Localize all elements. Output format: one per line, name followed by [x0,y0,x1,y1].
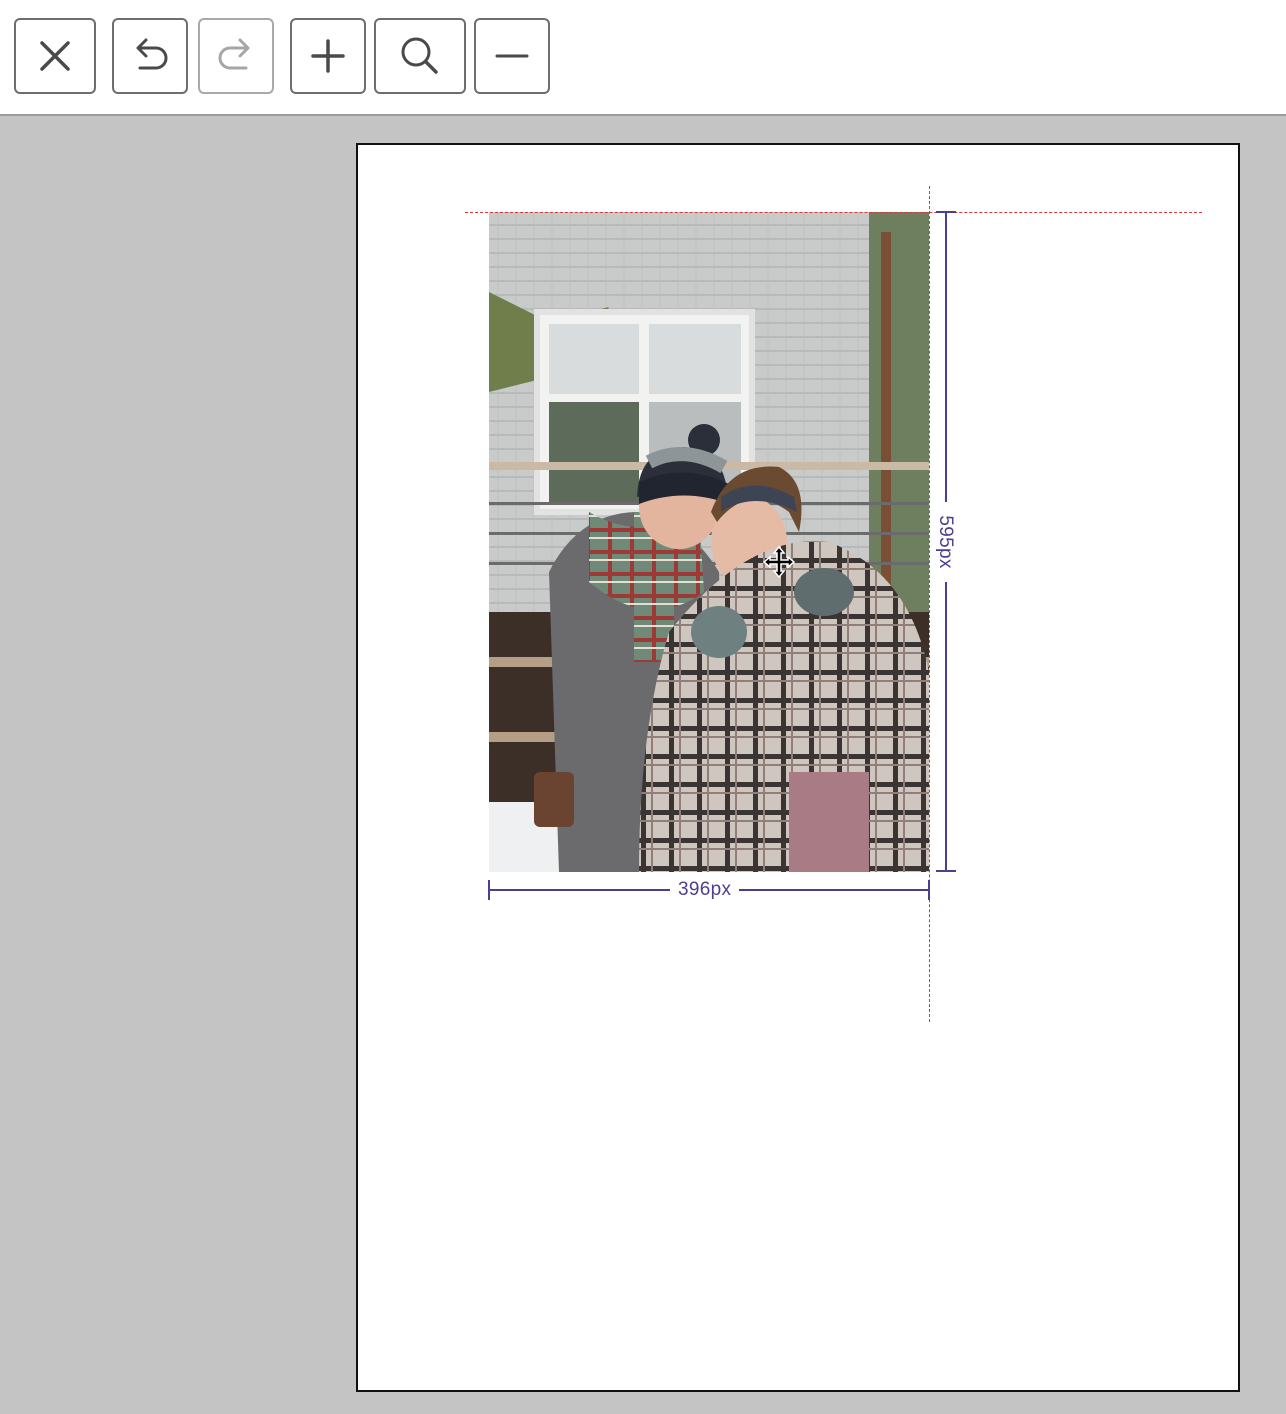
zoom-out-button[interactable] [474,18,550,94]
close-icon [40,41,70,71]
undo-button[interactable] [112,18,188,94]
move-cursor-icon [762,545,796,579]
minus-icon [495,54,529,58]
horizontal-guide-line [465,212,1202,213]
toolbar [0,0,1286,116]
plus-icon [311,39,345,73]
redo-icon [218,38,250,70]
search-icon [401,37,438,74]
zoom-in-button[interactable] [290,18,366,94]
photo-image [489,212,929,872]
selected-photo[interactable] [489,212,929,872]
close-button[interactable] [14,18,96,94]
undo-icon [136,38,168,70]
height-label: 595px [935,515,956,569]
width-label: 396px [670,879,740,901]
zoom-button[interactable] [374,18,466,94]
redo-button[interactable] [198,18,274,94]
